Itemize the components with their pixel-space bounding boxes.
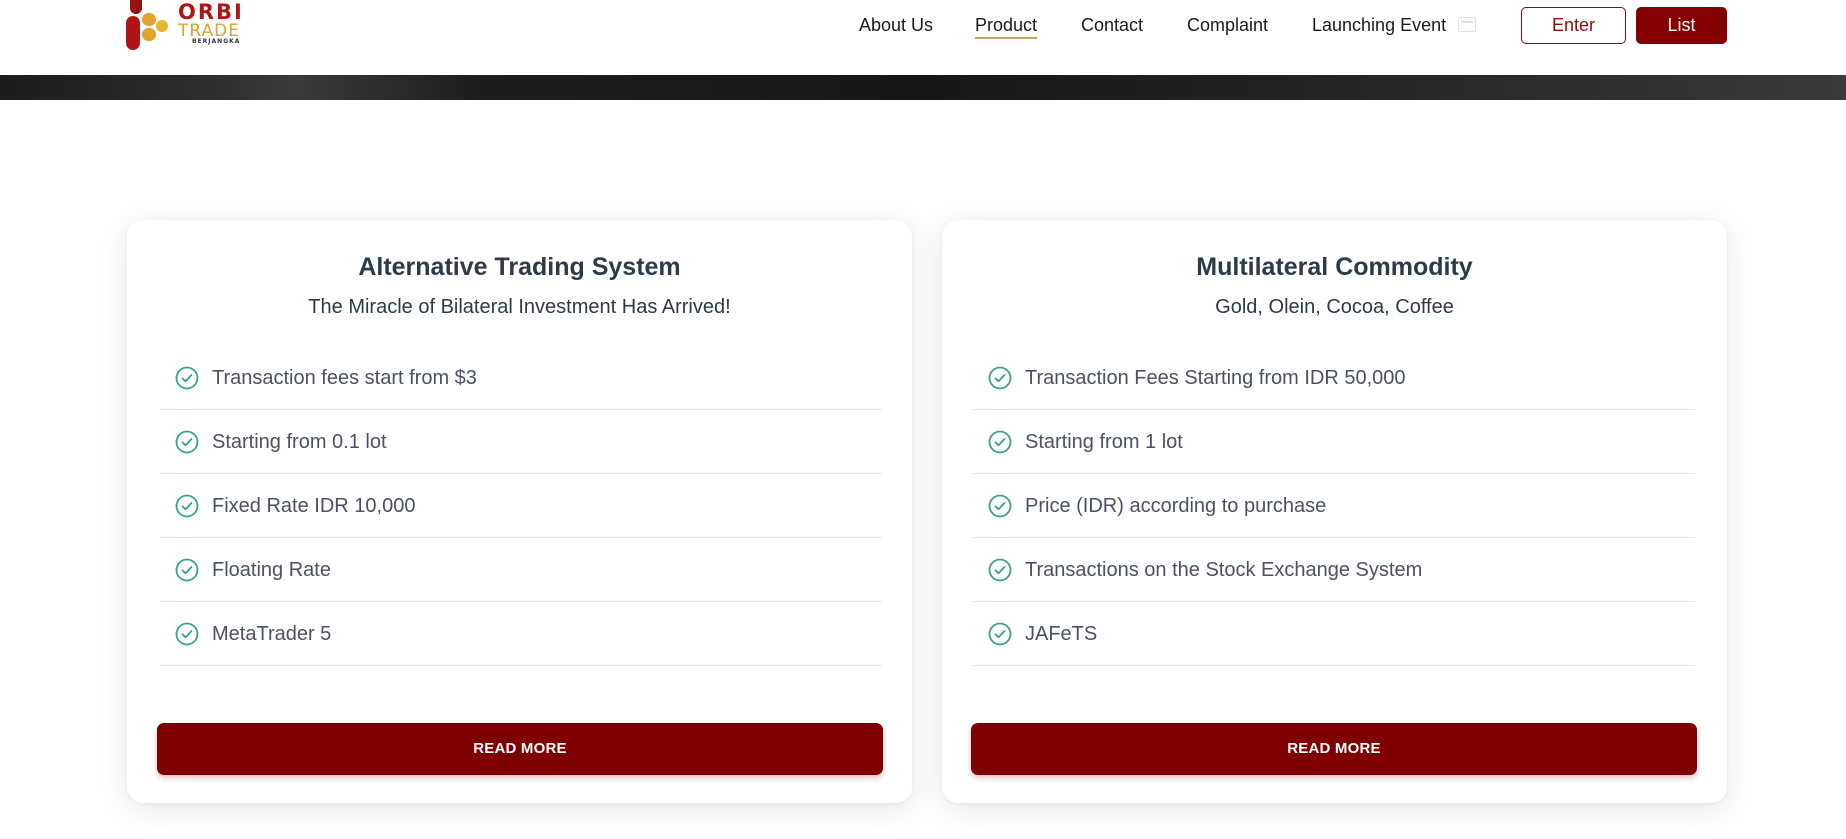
nav-product[interactable]: Product	[975, 13, 1038, 39]
feature-item: Starting from 1 lot	[973, 410, 1695, 474]
nav-contact[interactable]: Contact	[1081, 13, 1143, 37]
feature-text: Fixed Rate IDR 10,000	[212, 495, 416, 517]
check-circle-icon	[988, 494, 1012, 518]
card-title: Alternative Trading System	[358, 253, 681, 281]
card-subtitle: Gold, Olein, Cocoa, Coffee	[1215, 296, 1454, 318]
logo-text-orbi: ORBI	[178, 0, 244, 24]
feature-text: MetaTrader 5	[212, 623, 332, 645]
read-more-button[interactable]: READ MORE	[971, 723, 1697, 775]
check-circle-icon	[988, 558, 1012, 582]
nav-launching-event[interactable]: Launching Event	[1312, 13, 1446, 37]
feature-text: JAFeTS	[1025, 623, 1098, 645]
orbi-trade-logo[interactable]: ORBI TRADE BERJANGKA	[126, 0, 256, 50]
calendar-icon	[1458, 17, 1476, 32]
nav-about-us[interactable]: About Us	[859, 13, 933, 37]
nav-active-underline	[975, 37, 1038, 39]
feature-item: Transactions on the Stock Exchange Syste…	[973, 538, 1695, 602]
feature-text: Starting from 0.1 lot	[212, 431, 387, 453]
feature-text: Transaction Fees Starting from IDR 50,00…	[1025, 367, 1406, 389]
check-circle-icon	[175, 366, 199, 390]
feature-item: Transaction fees start from $3	[160, 346, 882, 410]
check-circle-icon	[175, 494, 199, 518]
check-circle-icon	[175, 430, 199, 454]
feature-item: Price (IDR) according to purchase	[973, 474, 1695, 538]
nav-complaint[interactable]: Complaint	[1187, 13, 1268, 37]
nav-product-label: Product	[975, 15, 1038, 35]
card-subtitle: The Miracle of Bilateral Investment Has …	[308, 296, 731, 318]
check-circle-icon	[988, 622, 1012, 646]
feature-text: Starting from 1 lot	[1025, 431, 1183, 453]
enter-button[interactable]: Enter	[1521, 7, 1626, 44]
feature-item: Fixed Rate IDR 10,000	[160, 474, 882, 538]
list-button[interactable]: List	[1636, 7, 1727, 44]
feature-item: MetaTrader 5	[160, 602, 882, 666]
feature-text: Floating Rate	[212, 559, 331, 581]
product-card-multilateral-commodity: Multilateral Commodity Gold, Olein, Coco…	[942, 220, 1727, 803]
feature-list: Transaction fees start from $3 Starting …	[160, 346, 882, 666]
feature-text: Transactions on the Stock Exchange Syste…	[1025, 559, 1423, 581]
feature-text: Price (IDR) according to purchase	[1025, 495, 1327, 517]
check-circle-icon	[988, 430, 1012, 454]
site-header: ORBI TRADE BERJANGKA About Us Product Co…	[0, 0, 1846, 75]
card-title: Multilateral Commodity	[1196, 253, 1473, 281]
logo-mark-icon	[126, 0, 170, 50]
read-more-button[interactable]: READ MORE	[157, 723, 883, 775]
feature-text: Transaction fees start from $3	[212, 367, 477, 389]
feature-item: Transaction Fees Starting from IDR 50,00…	[973, 346, 1695, 410]
check-circle-icon	[988, 366, 1012, 390]
check-circle-icon	[175, 558, 199, 582]
product-card-alternative-trading: Alternative Trading System The Miracle o…	[127, 220, 912, 803]
feature-item: JAFeTS	[973, 602, 1695, 666]
logo-text-berjangka: BERJANGKA	[192, 38, 241, 45]
feature-item: Starting from 0.1 lot	[160, 410, 882, 474]
feature-item: Floating Rate	[160, 538, 882, 602]
feature-list: Transaction Fees Starting from IDR 50,00…	[973, 346, 1695, 666]
check-circle-icon	[175, 622, 199, 646]
hero-banner-strip	[0, 75, 1846, 100]
